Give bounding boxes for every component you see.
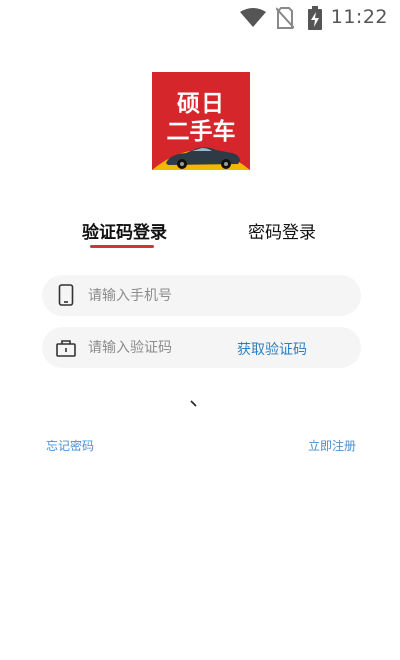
forgot-password-link[interactable]: 忘记密码 bbox=[46, 437, 94, 454]
loading-indicator-icon bbox=[190, 400, 197, 407]
logo-car-icon bbox=[152, 147, 250, 170]
battery-charging-icon bbox=[308, 6, 322, 30]
status-bar: 11:22 bbox=[0, 0, 400, 36]
register-link[interactable]: 立即注册 bbox=[308, 437, 356, 454]
phone-icon bbox=[58, 284, 74, 306]
tab-password-login[interactable]: 密码登录 bbox=[248, 218, 316, 243]
app-logo: 硕日 二手车 bbox=[152, 72, 250, 170]
get-code-button[interactable]: 获取验证码 bbox=[237, 339, 307, 359]
phone-field bbox=[42, 275, 361, 316]
status-time: 11:22 bbox=[330, 6, 388, 28]
code-field: 获取验证码 bbox=[42, 327, 361, 368]
active-tab-indicator bbox=[90, 245, 154, 248]
code-input[interactable] bbox=[88, 327, 228, 368]
phone-input[interactable] bbox=[88, 275, 348, 316]
tab-sms-login[interactable]: 验证码登录 bbox=[82, 218, 167, 243]
lock-icon bbox=[56, 340, 76, 357]
no-sim-icon bbox=[276, 7, 294, 29]
wifi-icon bbox=[240, 8, 266, 27]
